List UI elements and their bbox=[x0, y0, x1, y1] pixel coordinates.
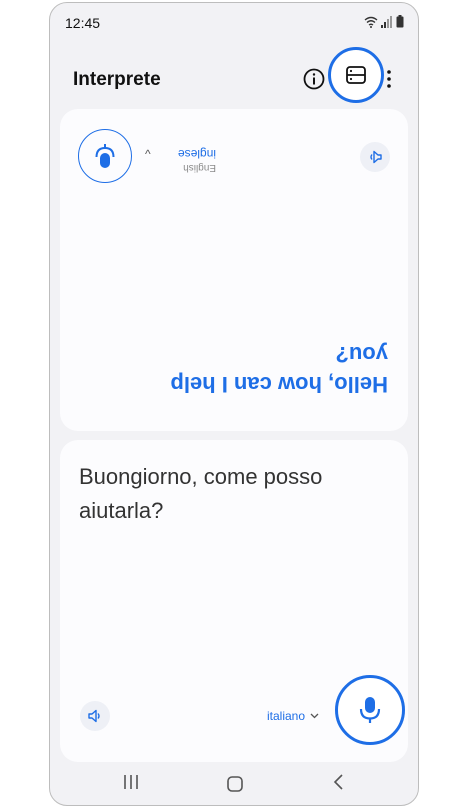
battery-icon bbox=[396, 15, 404, 28]
user-language-label: italiano bbox=[267, 709, 306, 723]
translated-text: Hello, how can I help you? bbox=[170, 342, 388, 397]
phone-frame: 12:45 Interprete English inglese ^ Hello… bbox=[49, 2, 419, 806]
status-time: 12:45 bbox=[65, 15, 101, 31]
partner-speaker-button[interactable] bbox=[360, 142, 390, 172]
chevron-up-icon: ^ bbox=[145, 147, 151, 161]
wifi-icon bbox=[364, 16, 378, 28]
partner-language-selector[interactable]: English inglese bbox=[146, 139, 216, 173]
source-text: Buongiorno, come posso aiutarla? bbox=[79, 464, 323, 523]
user-mic-button[interactable] bbox=[335, 675, 405, 745]
user-speaker-button[interactable] bbox=[80, 701, 110, 731]
navigation-bar bbox=[50, 769, 418, 803]
chevron-down-icon bbox=[310, 713, 319, 719]
mic-button-fill bbox=[344, 684, 396, 736]
back-icon[interactable] bbox=[332, 773, 346, 791]
app-bar: Interprete bbox=[50, 47, 418, 105]
page-title: Interprete bbox=[73, 69, 161, 90]
partner-language-label: inglese bbox=[177, 147, 216, 161]
partner-panel: English inglese ^ Hello, how can I help … bbox=[60, 109, 408, 431]
user-language-selector[interactable]: italiano bbox=[267, 709, 319, 723]
more-vertical-icon[interactable] bbox=[384, 67, 394, 91]
signal-icon bbox=[381, 16, 392, 28]
layout-toggle-button[interactable] bbox=[328, 47, 384, 103]
status-icons bbox=[364, 15, 404, 28]
speaker-icon bbox=[88, 709, 100, 723]
status-bar: 12:45 bbox=[50, 3, 418, 39]
home-icon[interactable] bbox=[226, 775, 244, 793]
recents-icon[interactable] bbox=[122, 773, 140, 791]
partner-language-native: English bbox=[183, 162, 216, 173]
speaker-icon bbox=[370, 150, 382, 164]
microphone-icon bbox=[359, 697, 381, 723]
layout-toggle-icon bbox=[346, 66, 366, 84]
partner-mic-button[interactable] bbox=[78, 129, 132, 183]
microphone-icon bbox=[95, 144, 115, 168]
info-icon[interactable] bbox=[302, 67, 326, 91]
